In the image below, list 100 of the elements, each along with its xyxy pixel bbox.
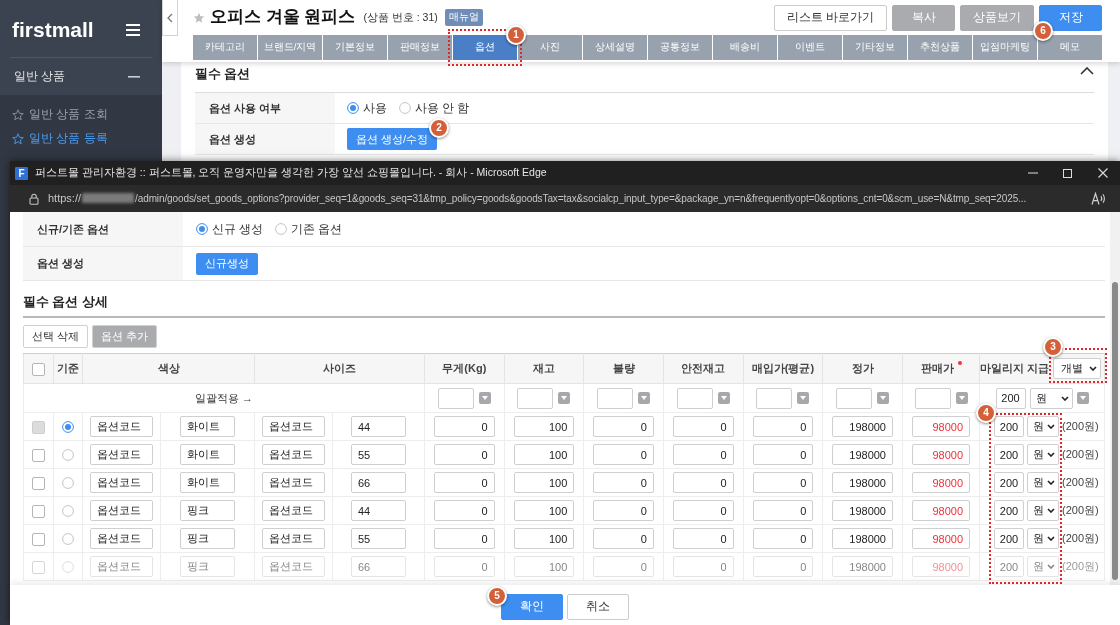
select-all-checkbox[interactable] [32,362,45,376]
number-field[interactable]: 100 [513,556,575,577]
number-field[interactable]: 198000 [832,444,893,465]
option-code-field[interactable]: 옵션코드 [262,444,325,465]
option-code-field[interactable]: 옵션코드 [262,500,325,521]
radio-button[interactable] [62,532,74,545]
radio-button[interactable] [347,102,359,114]
number-field[interactable]: 0 [593,444,654,465]
option-code-field[interactable]: 옵션코드 [90,556,153,577]
option-code-field[interactable]: 옵션코드 [262,556,325,577]
number-field[interactable]: 0 [593,556,654,577]
mileage-field[interactable]: 200 [995,387,1026,409]
batch-field[interactable] [914,387,951,409]
number-field[interactable]: 0 [672,444,734,465]
number-field[interactable]: 0 [752,444,814,465]
scrollbar-thumb[interactable] [1112,282,1118,580]
option-value-field[interactable]: 핑크 [180,556,235,577]
mileage-field[interactable]: 200 [994,444,1024,465]
url-text[interactable]: https:// [48,191,82,206]
mileage-field[interactable]: 200 [994,472,1024,493]
checkbox[interactable] [32,448,45,462]
unit-select[interactable]: 원 [1027,528,1059,549]
number-field[interactable]: 0 [434,500,495,521]
url-text[interactable]: /admin/goods/set_goods_options?provider_seq=1&goods_seq=31&tmp_policy=goods&goodsTax=tax&socialcp_input_type=&package_yn=n&frequentlyopt=0&options_cnt=0&scm_use=N&tmp_seq=2025... [135,192,1027,205]
batch-field[interactable] [597,387,634,409]
mileage-field[interactable]: 200 [994,528,1024,549]
number-field[interactable]: 0 [752,528,814,549]
number-field[interactable]: 100 [513,500,575,521]
number-field[interactable]: 0 [593,472,654,493]
radio-button[interactable] [275,223,288,235]
number-field[interactable]: 0 [593,500,654,521]
number-field[interactable]: 0 [434,528,495,549]
number-field[interactable]: 198000 [832,472,893,493]
radio-button[interactable] [399,102,411,114]
number-field[interactable]: 198000 [832,528,893,549]
checkbox[interactable] [32,504,45,518]
number-field[interactable]: 100 [513,444,575,465]
radio-button[interactable] [62,476,74,489]
batch-field[interactable] [676,387,713,409]
option-value-field[interactable]: 66 [351,472,406,493]
radio-button[interactable] [62,448,74,461]
price-field[interactable]: 98000 [912,528,970,549]
chevron-up-icon[interactable] [1080,67,1094,75]
number-field[interactable]: 0 [434,556,495,577]
option-code-field[interactable]: 옵션코드 [90,528,153,549]
scrollbar[interactable] [1110,212,1120,585]
batch-field[interactable] [437,387,474,409]
checkbox[interactable] [32,532,45,546]
option-value-field[interactable]: 55 [351,444,406,465]
number-field[interactable]: 0 [434,444,495,465]
apply-button[interactable] [1076,392,1089,404]
option-code-field[interactable]: 옵션코드 [90,500,153,521]
cancel-button[interactable]: 취소 [567,593,629,620]
option-value-field[interactable]: 핑크 [180,500,235,521]
option-value-field[interactable]: 66 [351,556,406,577]
option-value-field[interactable]: 55 [351,528,406,549]
mileage-field[interactable]: 200 [994,556,1024,577]
mileage-field[interactable]: 200 [994,500,1024,521]
checkbox[interactable] [32,476,45,490]
maximize-icon[interactable] [1063,168,1072,178]
option-code-field[interactable]: 옵션코드 [90,472,153,493]
apply-button[interactable] [877,392,890,404]
number-field[interactable]: 0 [672,472,734,493]
checkbox[interactable] [32,560,45,574]
unit-select[interactable]: 원 [1027,500,1059,521]
price-field[interactable]: 98000 [912,444,970,465]
menu-section-title[interactable]: 일반 상품 [14,68,66,85]
number-field[interactable]: 0 [752,556,814,577]
mode-select[interactable]: 개별 [1053,358,1101,379]
option-value-field[interactable]: 핑크 [180,528,235,549]
delete-selected-button[interactable]: 선택 삭제 [23,325,89,348]
list-shortcut-button[interactable]: 리스트 바로가기 [773,4,887,31]
radio-button[interactable] [196,223,208,235]
collapse-button[interactable] [162,0,178,36]
number-field[interactable]: 0 [434,472,495,493]
apply-button[interactable] [955,392,968,404]
option-code-field[interactable]: 옵션코드 [262,528,325,549]
number-field[interactable]: 0 [672,500,734,521]
batch-field[interactable] [517,387,554,409]
apply-button[interactable] [558,392,571,404]
price-field[interactable]: 98000 [912,472,970,493]
read-aloud-icon[interactable] [1091,192,1106,205]
price-field[interactable]: 98000 [912,500,970,521]
unit-select[interactable]: 원 [1027,472,1059,493]
option-code-field[interactable]: 옵션코드 [262,472,325,493]
number-field[interactable]: 100 [513,528,575,549]
sidebar-item[interactable]: 일반 상품 등록 [0,127,120,151]
sidebar-item[interactable]: 일반 상품 조회 [0,103,120,127]
number-field[interactable]: 0 [672,528,734,549]
option-value-field[interactable]: 44 [351,500,406,521]
unit-select[interactable]: 원 [1027,556,1059,577]
apply-button[interactable] [797,392,810,404]
number-field[interactable]: 0 [752,500,814,521]
number-field[interactable]: 198000 [832,556,893,577]
apply-button[interactable] [478,392,491,404]
batch-field[interactable] [756,387,793,409]
number-field[interactable]: 198000 [832,500,893,521]
number-field[interactable]: 0 [752,472,814,493]
option-value-field[interactable]: 화이트 [180,472,235,493]
batch-field[interactable] [836,387,873,409]
